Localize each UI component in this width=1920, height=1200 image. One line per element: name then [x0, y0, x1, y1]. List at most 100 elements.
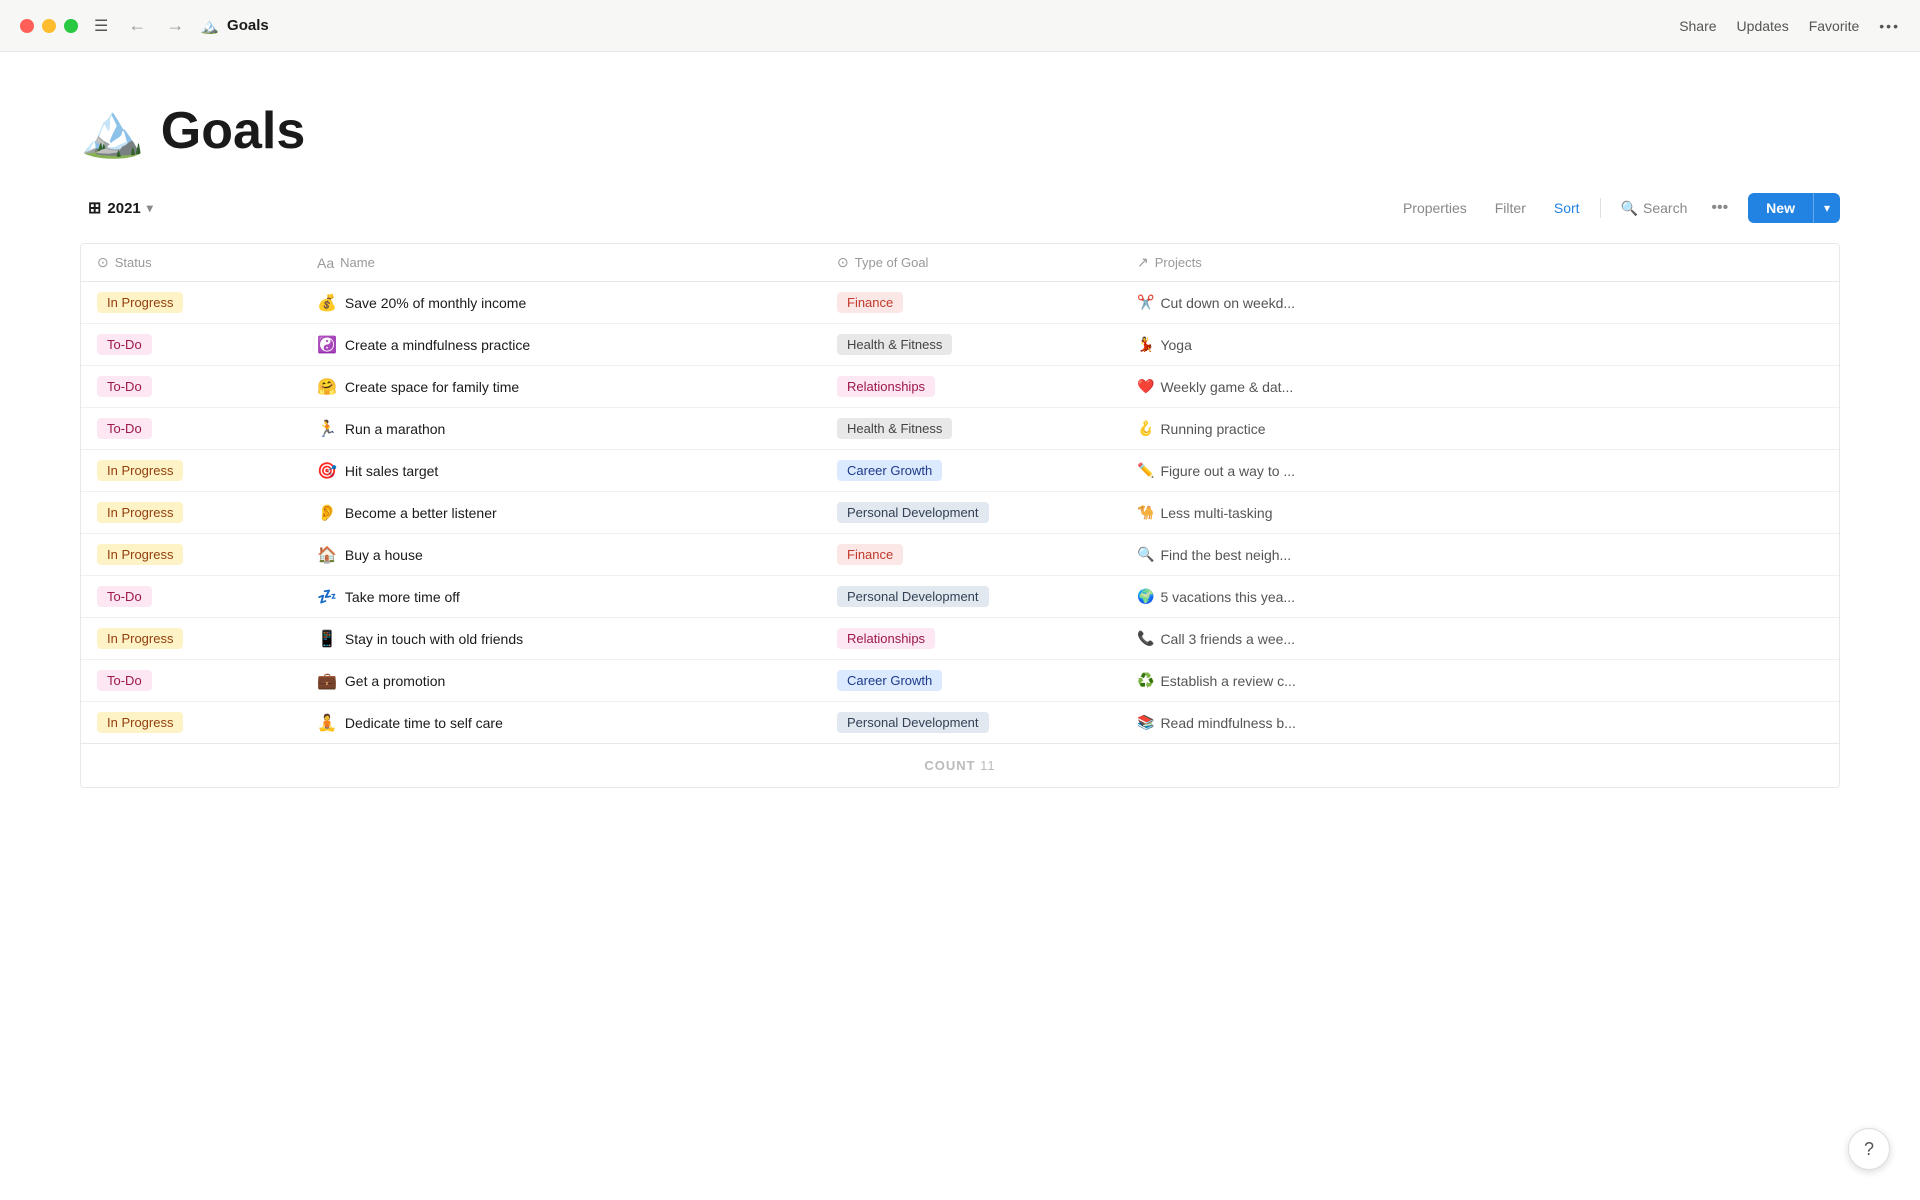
goal-type-badge: Personal Development [837, 712, 989, 733]
goal-name: Stay in touch with old friends [345, 631, 523, 647]
titlebar-actions: Share Updates Favorite ••• [1679, 18, 1900, 34]
goal-type-badge: Relationships [837, 628, 935, 649]
status-badge: To-Do [97, 418, 152, 439]
goal-emoji: 💰 [317, 293, 337, 313]
table-row[interactable]: In Progress 💰 Save 20% of monthly income… [81, 282, 1839, 324]
cell-status: In Progress [81, 534, 301, 576]
project-emoji: 🐪 [1137, 504, 1154, 521]
table-row[interactable]: In Progress 👂 Become a better listener P… [81, 492, 1839, 534]
properties-button[interactable]: Properties [1391, 194, 1479, 222]
table-row[interactable]: In Progress 🏠 Buy a house Finance 🔍 Find… [81, 534, 1839, 576]
sort-button[interactable]: Sort [1542, 194, 1592, 222]
new-button[interactable]: New [1748, 193, 1813, 223]
sidebar-toggle[interactable]: ☰ [94, 16, 108, 36]
sort-label: Sort [1554, 200, 1580, 216]
goal-emoji: 💼 [317, 671, 337, 691]
back-button[interactable]: ← [122, 13, 152, 38]
goal-type-badge: Career Growth [837, 670, 942, 691]
status-badge: To-Do [97, 376, 152, 397]
close-button[interactable] [20, 19, 34, 33]
table-row[interactable]: To-Do 💼 Get a promotion Career Growth ♻️… [81, 660, 1839, 702]
goal-name: Create space for family time [345, 379, 519, 395]
project-name: Read mindfulness b... [1160, 715, 1295, 731]
table-row[interactable]: To-Do 🏃 Run a marathon Health & Fitness … [81, 408, 1839, 450]
filter-label: Filter [1495, 200, 1526, 216]
more-options-button[interactable]: ••• [1879, 18, 1900, 34]
cell-project: ✂️ Cut down on weekd... [1121, 282, 1839, 324]
goal-emoji: 📱 [317, 629, 337, 649]
cell-goal-type: Career Growth [821, 660, 1121, 702]
project-name: Figure out a way to ... [1160, 463, 1295, 479]
goal-type-badge: Health & Fitness [837, 334, 952, 355]
cell-status: In Progress [81, 450, 301, 492]
cell-status: To-Do [81, 660, 301, 702]
cell-goal-type: Health & Fitness [821, 408, 1121, 450]
project-name: Find the best neigh... [1160, 547, 1291, 563]
table-row[interactable]: In Progress 🎯 Hit sales target Career Gr… [81, 450, 1839, 492]
project-name: Less multi-tasking [1160, 505, 1272, 521]
cell-name: 🎯 Hit sales target [301, 450, 821, 492]
share-button[interactable]: Share [1679, 18, 1716, 34]
column-goal-type-label: Type of Goal [855, 255, 929, 270]
project-emoji: ♻️ [1137, 672, 1154, 689]
table-row[interactable]: To-Do 💤 Take more time off Personal Deve… [81, 576, 1839, 618]
goal-name: Become a better listener [345, 505, 497, 521]
goal-name: Dedicate time to self care [345, 715, 503, 731]
goal-name: Buy a house [345, 547, 423, 563]
forward-button[interactable]: → [160, 13, 190, 38]
table-row[interactable]: In Progress 🧘 Dedicate time to self care… [81, 702, 1839, 744]
cell-project: ❤️ Weekly game & dat... [1121, 366, 1839, 408]
cell-project: ♻️ Establish a review c... [1121, 660, 1839, 702]
cell-name: 🧘 Dedicate time to self care [301, 702, 821, 744]
table-view-icon: ⊞ [88, 198, 101, 218]
goal-emoji: 🎯 [317, 461, 337, 481]
cell-goal-type: Finance [821, 282, 1121, 324]
updates-button[interactable]: Updates [1737, 18, 1789, 34]
page-heading: 🏔️ Goals [80, 100, 1840, 161]
titlebar: ☰ ← → 🏔️ Goals Share Updates Favorite ••… [0, 0, 1920, 52]
cell-goal-type: Personal Development [821, 702, 1121, 744]
project-name: Cut down on weekd... [1160, 295, 1295, 311]
cell-status: In Progress [81, 282, 301, 324]
minimize-button[interactable] [42, 19, 56, 33]
maximize-button[interactable] [64, 19, 78, 33]
count-number: 11 [980, 758, 996, 773]
search-label: Search [1643, 200, 1687, 216]
favorite-button[interactable]: Favorite [1809, 18, 1860, 34]
table-row[interactable]: In Progress 📱 Stay in touch with old fri… [81, 618, 1839, 660]
projects-column-icon: ↗ [1137, 254, 1149, 271]
cell-status: To-Do [81, 408, 301, 450]
breadcrumb: 🏔️ Goals [200, 17, 268, 35]
project-emoji: 🪝 [1137, 420, 1154, 437]
goal-name: Take more time off [345, 589, 460, 605]
project-name: Weekly game & dat... [1160, 379, 1293, 395]
project-emoji: 📞 [1137, 630, 1154, 647]
cell-project: ✏️ Figure out a way to ... [1121, 450, 1839, 492]
help-button[interactable]: ? [1848, 1128, 1890, 1170]
toolbar-left: ⊞ 2021 ▾ [80, 194, 161, 222]
chevron-down-icon: ▾ [147, 201, 153, 215]
cell-status: To-Do [81, 324, 301, 366]
cell-status: In Progress [81, 702, 301, 744]
column-projects-label: Projects [1155, 255, 1202, 270]
view-selector[interactable]: ⊞ 2021 ▾ [80, 194, 161, 222]
status-badge: To-Do [97, 670, 152, 691]
status-badge: In Progress [97, 544, 183, 565]
toolbar-more-button[interactable]: ••• [1703, 193, 1736, 223]
page-icon: 🏔️ [80, 100, 145, 161]
cell-goal-type: Career Growth [821, 450, 1121, 492]
column-status-label: Status [115, 255, 152, 270]
new-dropdown-button[interactable]: ▾ [1813, 193, 1840, 223]
table-row[interactable]: To-Do ☯️ Create a mindfulness practice H… [81, 324, 1839, 366]
table-header-row: ⊙ Status Aa Name ⊙ Type of Goal [81, 244, 1839, 282]
search-button[interactable]: 🔍 Search [1609, 194, 1700, 223]
count-label: COUNT [924, 758, 975, 773]
table-row[interactable]: To-Do 🤗 Create space for family time Rel… [81, 366, 1839, 408]
goal-emoji: 👂 [317, 503, 337, 523]
view-name: 2021 [107, 200, 140, 217]
properties-label: Properties [1403, 200, 1467, 216]
goals-table-inner: ⊙ Status Aa Name ⊙ Type of Goal [81, 244, 1839, 743]
project-emoji: ❤️ [1137, 378, 1154, 395]
filter-button[interactable]: Filter [1483, 194, 1538, 222]
table-body: In Progress 💰 Save 20% of monthly income… [81, 282, 1839, 744]
